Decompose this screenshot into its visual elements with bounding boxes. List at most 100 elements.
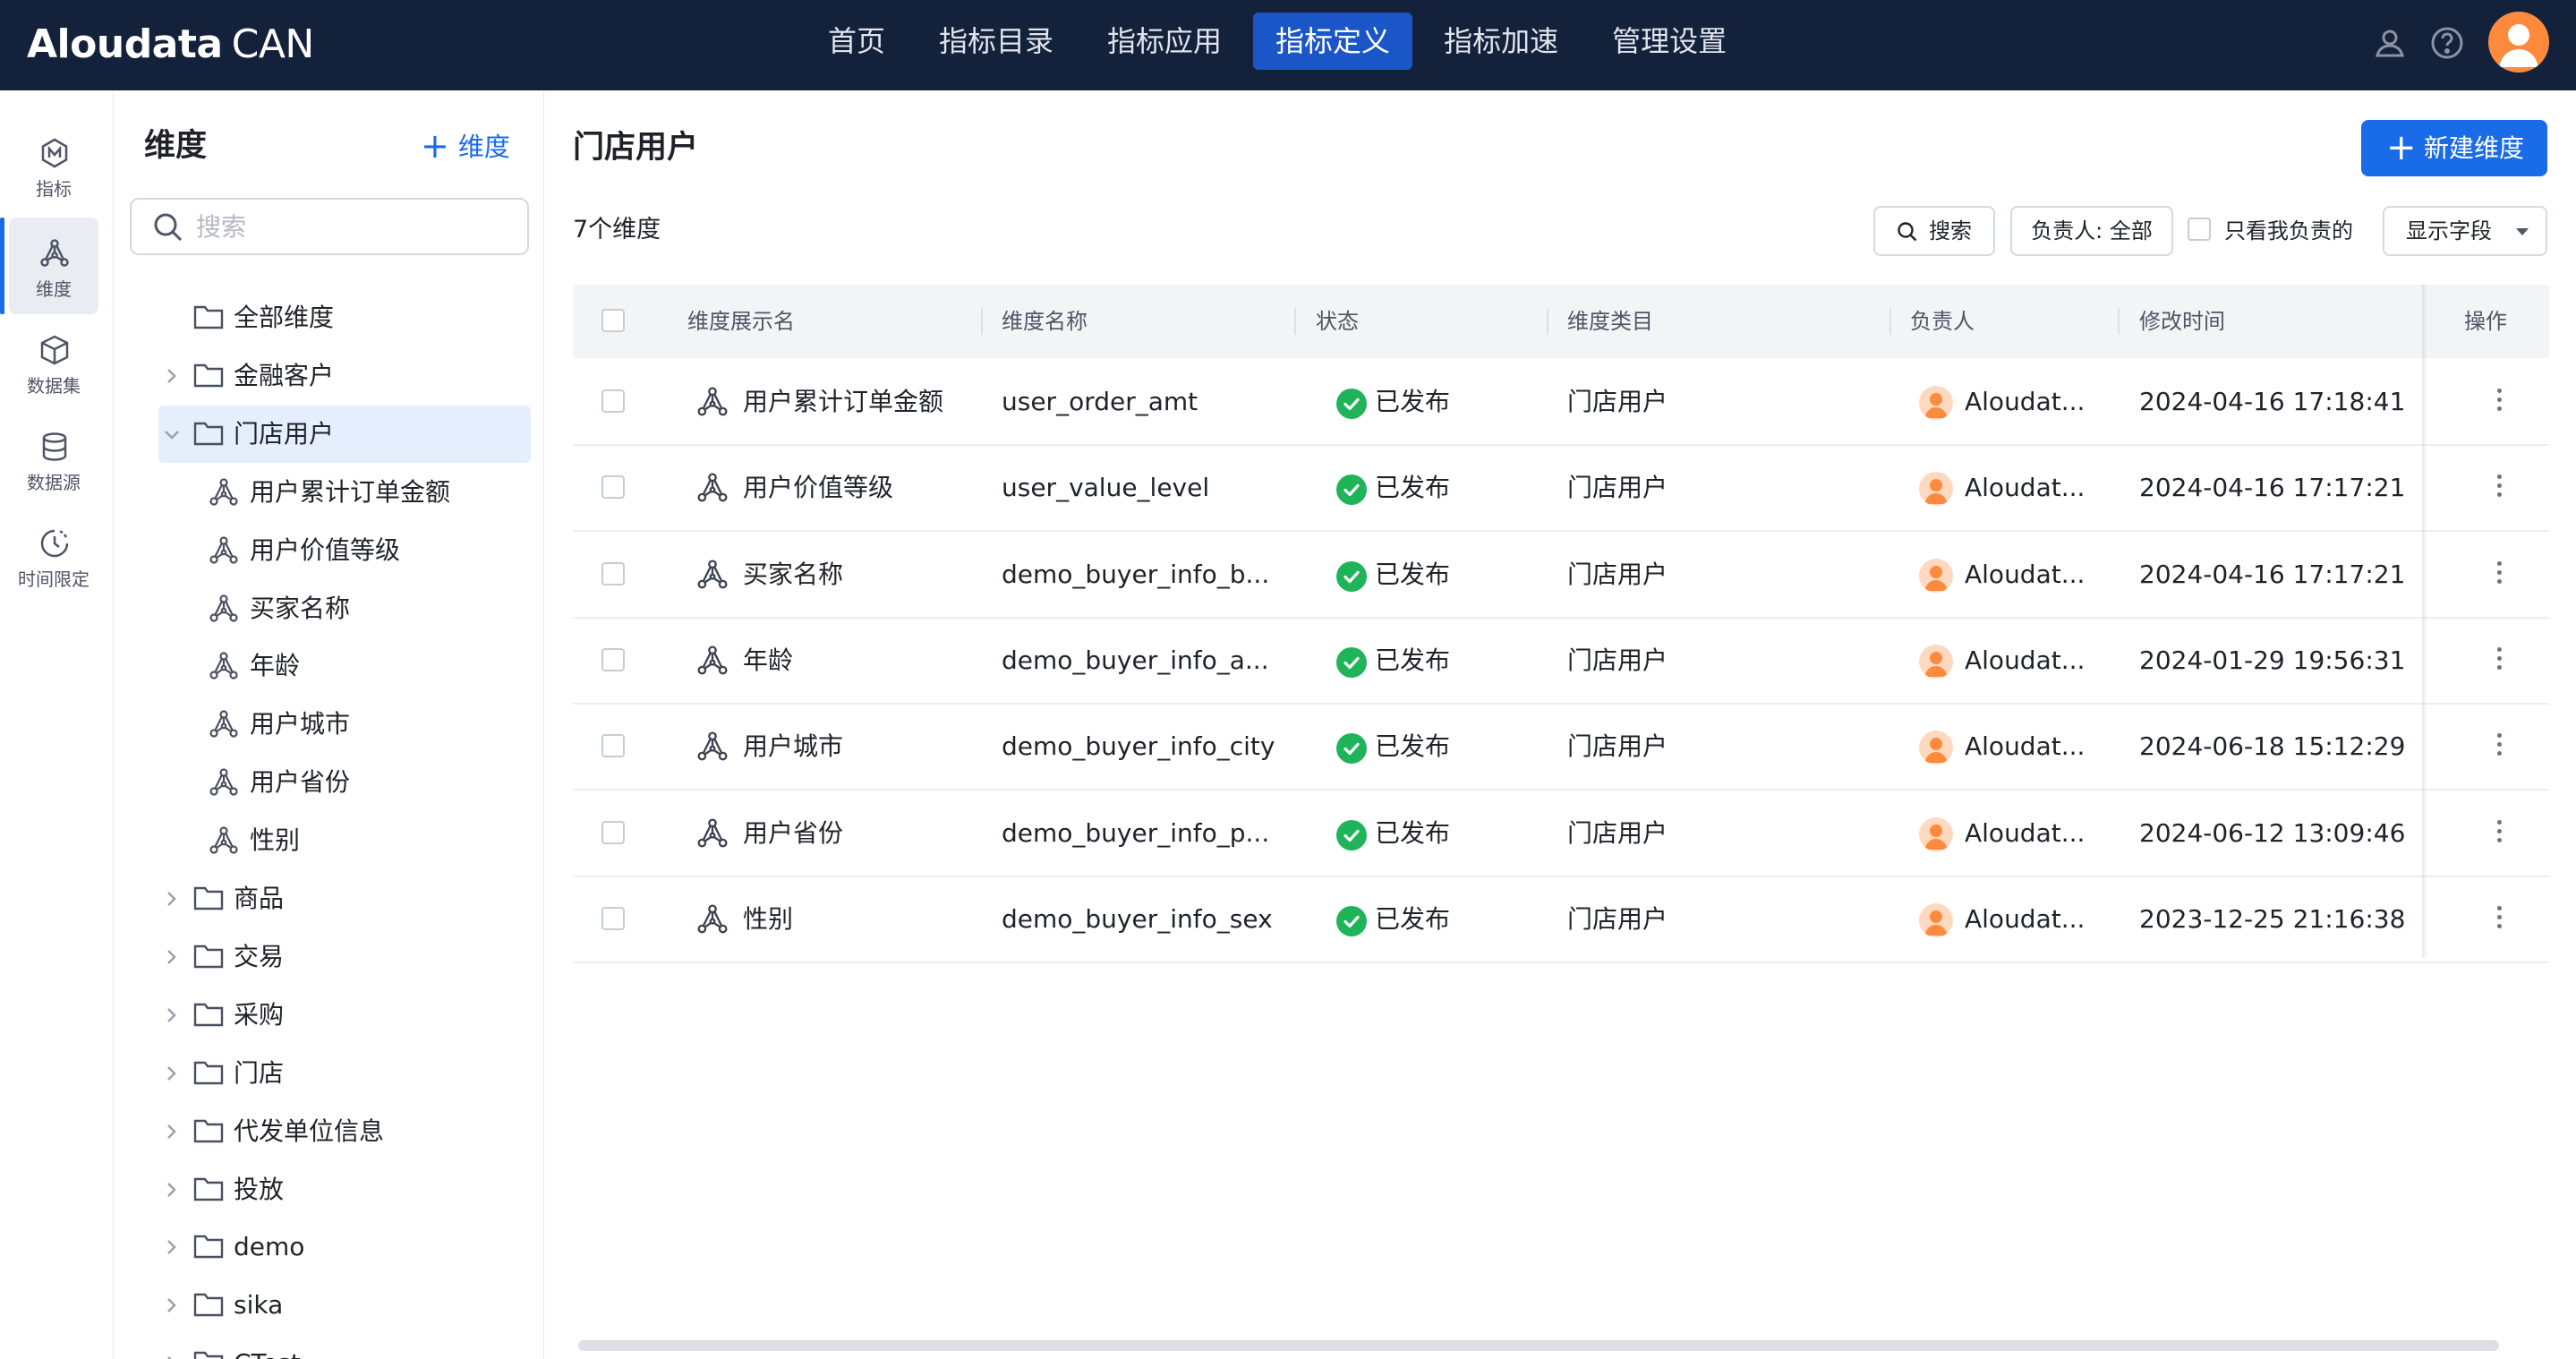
tree-folder[interactable]: 投放 xyxy=(158,1161,531,1218)
column-status[interactable]: 状态 xyxy=(1316,285,1359,358)
tree-dimension[interactable]: 用户价值等级 xyxy=(158,522,531,579)
chevron-right-icon[interactable] xyxy=(160,944,183,970)
rail-item-datasets[interactable]: 数据集 xyxy=(9,314,98,411)
search-button[interactable]: 搜索 xyxy=(1873,206,1995,256)
display-fields-dropdown[interactable]: 显示字段 xyxy=(2383,206,2547,256)
table-row[interactable]: 用户城市 demo_buyer_info_city 已发布 门店用户 Aloudat..… xyxy=(573,705,2549,791)
mine-only-checkbox[interactable] xyxy=(2188,218,2211,241)
rail-item-datasources[interactable]: 数据源 xyxy=(9,411,98,508)
cell-display-name[interactable]: 用户累计订单金额 xyxy=(743,360,943,444)
folder-icon xyxy=(193,422,224,446)
cell-display-name[interactable]: 年龄 xyxy=(743,619,793,703)
cell-display-name[interactable]: 性别 xyxy=(743,877,793,962)
chevron-right-icon[interactable] xyxy=(160,1177,183,1202)
more-actions-icon[interactable] xyxy=(2492,471,2506,505)
row-checkbox[interactable] xyxy=(601,821,625,844)
table-row[interactable]: 性别 demo_buyer_info_sex 已发布 门店用户 Aloudat... 20… xyxy=(573,877,2549,963)
main-content: 门店用户 + 新建维度 7个维度 搜索 负责人: 全部 只看我负责的 显示字段 … xyxy=(545,90,2576,1359)
select-all-checkbox[interactable] xyxy=(601,309,625,332)
chevron-down-icon[interactable] xyxy=(160,422,183,447)
column-owner[interactable]: 负责人 xyxy=(1910,285,1975,358)
tree-dimension[interactable]: 年龄 xyxy=(158,637,531,695)
cell-display-name[interactable]: 用户价值等级 xyxy=(743,446,893,530)
cell-category: 门店用户 xyxy=(1567,818,1668,848)
owner-filter[interactable]: 负责人: 全部 xyxy=(2010,206,2173,256)
nav-metric-definition[interactable]: 指标定义 xyxy=(1253,13,1413,70)
row-checkbox[interactable] xyxy=(601,389,625,413)
tree-folder[interactable]: 金融客户 xyxy=(158,347,531,405)
horizontal-scrollbar[interactable] xyxy=(578,1340,2499,1351)
nav-home[interactable]: 首页 xyxy=(806,13,908,70)
chevron-right-icon[interactable] xyxy=(160,1351,183,1359)
tree-folder[interactable]: sika xyxy=(158,1277,531,1334)
more-actions-icon[interactable] xyxy=(2492,730,2506,764)
dimension-icon xyxy=(209,478,238,506)
new-dimension-button[interactable]: + 新建维度 xyxy=(2361,120,2547,176)
column-divider xyxy=(1294,308,1296,335)
row-checkbox[interactable] xyxy=(601,907,625,930)
column-actions: 操作 xyxy=(2464,309,2507,334)
chevron-right-icon[interactable] xyxy=(160,1061,183,1086)
new-dimension-label: 新建维度 xyxy=(2424,133,2525,163)
app-logo[interactable]: Aloudata CAN xyxy=(27,18,314,72)
chevron-right-icon[interactable] xyxy=(160,886,183,911)
tree-folder[interactable]: 采购 xyxy=(158,987,531,1044)
column-modified-time[interactable]: 修改时间 xyxy=(2139,285,2225,358)
table-row[interactable]: 用户价值等级 user_value_level 已发布 门店用户 Aloudat... 2… xyxy=(573,446,2549,532)
cell-display-name[interactable]: 用户省份 xyxy=(743,791,843,876)
more-actions-icon[interactable] xyxy=(2492,644,2506,678)
rail-item-dimensions[interactable]: 维度 xyxy=(0,218,98,314)
tree-folder[interactable]: 商品 xyxy=(158,870,531,927)
table-row[interactable]: 买家名称 demo_buyer_info_b... 已发布 门店用户 Aloudat..… xyxy=(573,533,2549,619)
chevron-right-icon[interactable] xyxy=(160,1293,183,1318)
tree-folder[interactable]: 全部维度 xyxy=(158,289,531,346)
row-checkbox[interactable] xyxy=(601,475,625,499)
more-actions-icon[interactable] xyxy=(2492,558,2506,592)
add-dimension-folder-button[interactable]: + 维度 xyxy=(421,126,510,166)
nav-metric-application[interactable]: 指标应用 xyxy=(1085,13,1244,70)
table-row[interactable]: 年龄 demo_buyer_info_a... 已发布 门店用户 Aloudat... 2… xyxy=(573,619,2549,705)
table-row[interactable]: 用户省份 demo_buyer_info_p... 已发布 门店用户 Aloudat..… xyxy=(573,791,2549,877)
tree-dimension[interactable]: 用户累计订单金额 xyxy=(158,464,531,521)
tree-folder[interactable]: 门店 xyxy=(158,1045,531,1102)
user-icon[interactable] xyxy=(2372,25,2408,61)
cell-status: 已发布 xyxy=(1375,387,1451,416)
tree-dimension[interactable]: 用户城市 xyxy=(158,696,531,753)
column-name[interactable]: 维度名称 xyxy=(1002,285,1088,358)
row-checkbox[interactable] xyxy=(601,648,625,671)
nav-metric-acceleration[interactable]: 指标加速 xyxy=(1421,13,1581,70)
rail-item-time-limit[interactable]: 时间限定 xyxy=(9,508,98,604)
folder-icon xyxy=(193,1351,224,1359)
more-actions-icon[interactable] xyxy=(2492,902,2506,936)
tree-dimension[interactable]: 买家名称 xyxy=(158,580,531,637)
more-actions-icon[interactable] xyxy=(2492,816,2506,850)
chevron-right-icon[interactable] xyxy=(160,1003,183,1028)
chevron-right-icon[interactable] xyxy=(160,1235,183,1260)
tree-folder[interactable]: 交易 xyxy=(158,928,531,986)
tree-label: demo xyxy=(234,1232,305,1261)
cell-display-name[interactable]: 用户城市 xyxy=(743,705,843,789)
tree-dimension[interactable]: 性别 xyxy=(158,812,531,869)
chevron-right-icon[interactable] xyxy=(160,1119,183,1144)
tree-folder[interactable]: demo xyxy=(158,1218,531,1276)
dimension-icon xyxy=(697,904,728,934)
help-icon[interactable] xyxy=(2429,25,2465,61)
table-row[interactable]: 用户累计订单金额 user_order_amt 已发布 门店用户 Aloudat... 2… xyxy=(573,360,2549,446)
chevron-right-icon[interactable] xyxy=(160,363,183,389)
row-checkbox[interactable] xyxy=(601,562,625,585)
tree-folder[interactable]: 代发单位信息 xyxy=(158,1103,531,1160)
tree-search-box[interactable] xyxy=(130,198,529,255)
nav-admin-settings[interactable]: 管理设置 xyxy=(1590,13,1749,70)
tree-dimension[interactable]: 用户省份 xyxy=(158,754,531,811)
nav-metric-catalog[interactable]: 指标目录 xyxy=(917,13,1076,70)
row-checkbox[interactable] xyxy=(601,734,625,757)
tree-search-input[interactable] xyxy=(196,210,500,243)
column-display-name[interactable]: 维度展示名 xyxy=(687,285,795,358)
cell-display-name[interactable]: 买家名称 xyxy=(743,533,843,617)
rail-item-metrics[interactable]: 指标 xyxy=(9,117,98,214)
avatar[interactable] xyxy=(2488,12,2549,73)
tree-folder[interactable]: CTest xyxy=(158,1335,531,1359)
more-actions-icon[interactable] xyxy=(2492,385,2506,419)
column-category[interactable]: 维度类目 xyxy=(1567,285,1653,358)
tree-folder[interactable]: 门店用户 xyxy=(158,406,531,463)
